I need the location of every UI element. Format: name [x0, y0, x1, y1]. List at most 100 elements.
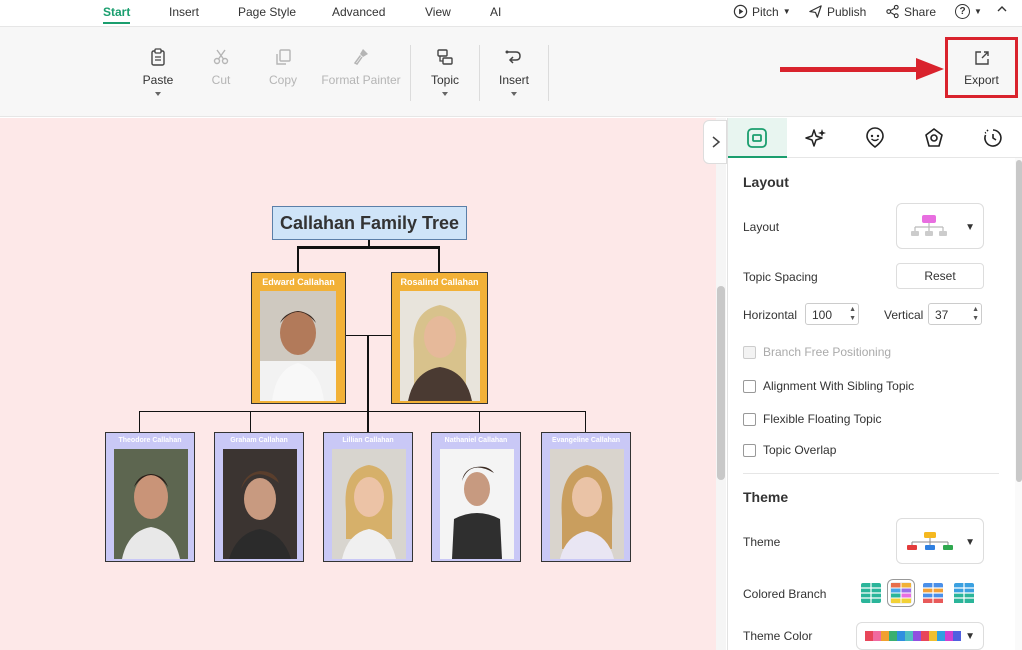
tab-page-style[interactable]: Page Style: [238, 5, 296, 19]
grid-blue-icon: [954, 583, 974, 603]
child-topic[interactable]: Graham Callahan: [214, 432, 304, 562]
colored-branch-option[interactable]: [953, 582, 975, 604]
tab-advanced[interactable]: Advanced: [332, 5, 385, 19]
colored-branch-option-selected[interactable]: [887, 579, 915, 607]
share-button[interactable]: Share: [885, 4, 936, 19]
flexible-floating-checkbox[interactable]: Flexible Floating Topic: [743, 412, 882, 426]
send-icon: [809, 5, 822, 18]
tab-ai-style[interactable]: [787, 118, 846, 158]
cut-button[interactable]: Cut: [208, 47, 234, 87]
stepper-arrows-icon[interactable]: ▲ ▼: [972, 305, 979, 323]
collapse-panel-button[interactable]: [703, 120, 727, 164]
portrait-photo: [114, 449, 188, 559]
portrait-photo: [550, 449, 624, 559]
copy-icon: [276, 49, 291, 65]
help-icon: ?: [955, 4, 970, 19]
paste-label: Paste: [142, 73, 174, 87]
properties-panel: Layout Layout ▼ Topic Spacing Reset Hori…: [727, 118, 1022, 650]
scrollbar-thumb[interactable]: [717, 286, 725, 480]
connector-line: [585, 411, 586, 433]
parent-topic[interactable]: Edward Callahan: [251, 272, 346, 404]
branch-free-checkbox[interactable]: Branch Free Positioning: [743, 345, 891, 359]
connector-line: [368, 239, 370, 248]
vertical-label: Vertical: [884, 308, 924, 322]
export-button[interactable]: Export: [945, 37, 1018, 98]
checkbox-box[interactable]: [743, 412, 756, 426]
reset-spacing-button[interactable]: Reset: [896, 263, 984, 289]
colored-branch-label: Colored Branch: [743, 587, 827, 601]
publish-button[interactable]: Publish: [808, 4, 866, 19]
layout-icon: [747, 128, 767, 148]
child-topic[interactable]: Evangeline Callahan: [541, 432, 631, 562]
tab-layout[interactable]: [728, 118, 787, 158]
collapse-ribbon-button[interactable]: [996, 3, 1008, 15]
tab-theme[interactable]: [905, 118, 964, 158]
layout-select[interactable]: ▼: [896, 203, 984, 249]
layout-label: Layout: [743, 220, 780, 234]
badge-icon: [925, 128, 943, 147]
pitch-button[interactable]: Pitch ▼: [733, 4, 791, 19]
theme-select[interactable]: ▼: [896, 518, 984, 564]
tab-icons[interactable]: [846, 118, 905, 158]
chevron-up-icon: [997, 6, 1007, 12]
pitch-label: Pitch: [752, 4, 779, 19]
diagram-canvas[interactable]: [0, 118, 716, 650]
child-topic[interactable]: Lillian Callahan: [323, 432, 413, 562]
checkbox-box[interactable]: [743, 443, 756, 457]
checkbox-box[interactable]: [743, 379, 756, 393]
colored-branch-option[interactable]: [922, 582, 944, 604]
topic-name: Nathaniel Callahan: [444, 437, 508, 444]
checkbox-label: Flexible Floating Topic: [763, 412, 882, 426]
toolbar-divider: [410, 45, 411, 101]
topic-name: Theodore Callahan: [118, 437, 182, 444]
topic-name: Graham Callahan: [230, 437, 288, 444]
child-topic[interactable]: Nathaniel Callahan: [431, 432, 521, 562]
vertical-spacing-input[interactable]: 37 ▲ ▼: [928, 303, 982, 325]
portrait-photo: [260, 291, 336, 401]
colored-branch-option[interactable]: [860, 582, 882, 604]
horizontal-spacing-input[interactable]: 100 ▲ ▼: [805, 303, 859, 325]
copy-button[interactable]: Copy: [268, 47, 298, 87]
paste-button[interactable]: Paste: [142, 47, 174, 96]
chevron-down-icon: [155, 92, 161, 96]
red-arrow-shaft: [780, 67, 920, 72]
insert-label: Insert: [498, 73, 529, 87]
theme-color-label: Theme Color: [743, 629, 813, 643]
stepper-arrows-icon[interactable]: ▲ ▼: [849, 305, 856, 323]
clock-icon: [984, 129, 1002, 147]
tab-insert[interactable]: Insert: [169, 5, 199, 19]
theme-label: Theme: [743, 535, 781, 549]
topic-button[interactable]: Topic: [428, 47, 462, 96]
connector-line: [438, 246, 440, 273]
insert-button[interactable]: Insert: [497, 47, 531, 96]
canvas-scrollbar[interactable]: [716, 118, 726, 650]
layout-section-title: Layout: [743, 174, 789, 190]
root-topic[interactable]: Callahan Family Tree: [272, 206, 467, 240]
color-palette-icon: [865, 631, 961, 641]
topic-name: Edward Callahan: [262, 277, 335, 287]
tab-ai[interactable]: AI: [490, 5, 501, 19]
tab-view[interactable]: View: [425, 5, 451, 19]
checkbox-box[interactable]: [743, 345, 756, 359]
tab-history[interactable]: [964, 118, 1022, 158]
chevron-down-icon: ▼: [782, 7, 791, 16]
format-painter-button[interactable]: Format Painter: [321, 47, 401, 87]
alignment-checkbox[interactable]: Alignment With Sibling Topic: [743, 379, 914, 393]
panel-scrollbar[interactable]: [1015, 158, 1022, 650]
child-topic[interactable]: Theodore Callahan: [105, 432, 195, 562]
scissors-icon: [213, 49, 229, 65]
section-divider: [743, 473, 999, 474]
connector-line: [367, 335, 369, 433]
parent-topic[interactable]: Rosalind Callahan: [391, 272, 488, 404]
scrollbar-thumb[interactable]: [1016, 160, 1022, 482]
copy-label: Copy: [268, 73, 297, 87]
tab-start[interactable]: Start: [103, 5, 131, 24]
theme-color-select[interactable]: ▼: [856, 622, 984, 650]
export-label: Export: [964, 73, 999, 87]
vertical-value: 37: [935, 308, 949, 322]
connector-line: [479, 411, 480, 433]
help-button[interactable]: ? ▼: [955, 4, 982, 19]
share-icon: [886, 4, 899, 19]
topic-overlap-checkbox[interactable]: Topic Overlap: [743, 443, 836, 457]
share-label: Share: [904, 4, 937, 19]
